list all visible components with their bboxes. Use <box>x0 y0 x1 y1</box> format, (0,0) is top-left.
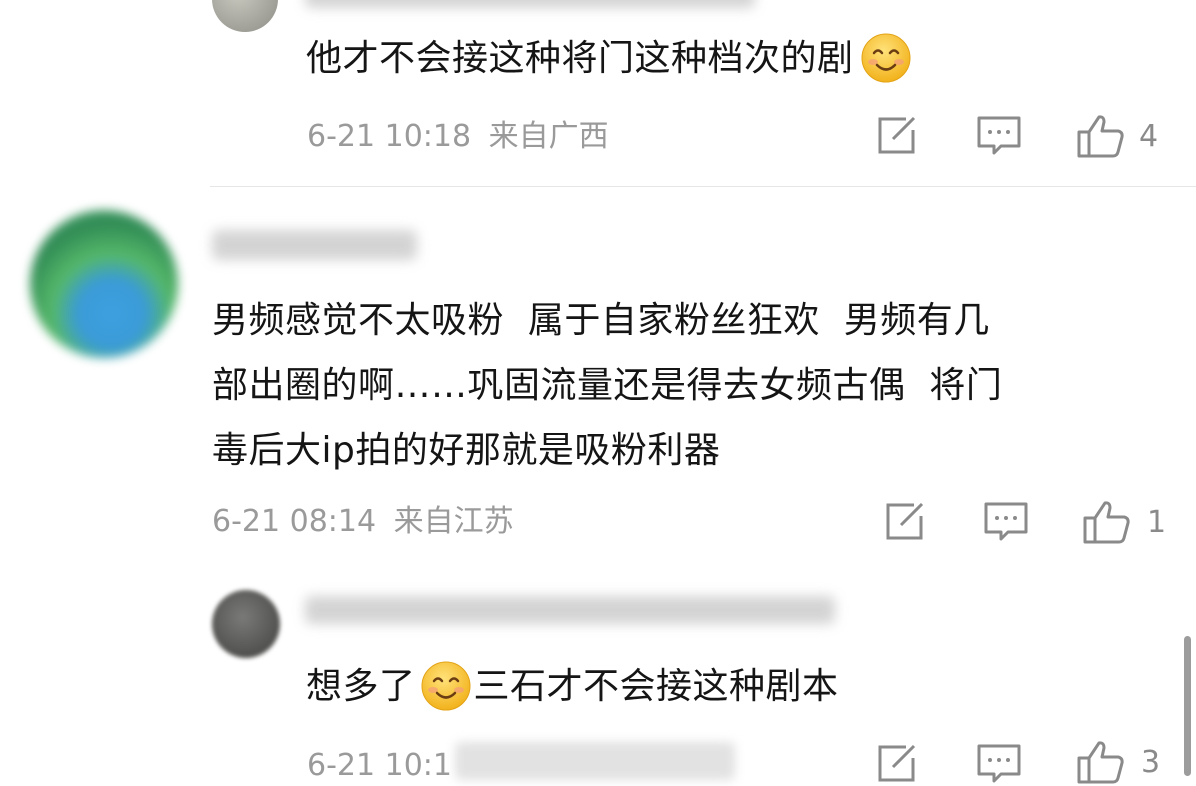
location: 来自广西 <box>488 119 609 154</box>
like-button[interactable]: 3 <box>1077 740 1160 784</box>
comment-text-content: 三石才不会接这种剧本 <box>473 666 839 707</box>
comment-meta: 6-21 08:14 来自江苏 <box>212 502 514 542</box>
comment-icon[interactable] <box>977 744 1021 784</box>
like-count: 3 <box>1141 744 1161 780</box>
thumbs-up-icon <box>1077 740 1125 784</box>
username-blurred[interactable] <box>212 230 417 260</box>
smiling-face-emoji <box>860 32 911 83</box>
like-count: 4 <box>1139 118 1159 154</box>
timestamp: 6-21 08:14 <box>212 504 377 539</box>
comment-text: 男频感觉不太吸粉 属于自家粉丝狂欢 男频有几 部出圈的啊……巩固流量还是得去女频… <box>212 288 1172 483</box>
username-blurred[interactable] <box>305 596 835 624</box>
comment-line: 毒后大ip拍的好那就是吸粉利器 <box>212 430 721 471</box>
comment-icon[interactable] <box>977 116 1021 156</box>
comment-text: 想多了 三石才不会接这种剧本 <box>306 654 839 719</box>
like-button[interactable]: 1 <box>1083 500 1166 544</box>
timestamp: 6-21 10:18 <box>307 119 472 154</box>
divider <box>210 186 1196 187</box>
thumbs-up-icon <box>1077 114 1125 158</box>
avatar[interactable] <box>212 590 280 658</box>
comment-line: 部出圈的啊……巩固流量还是得去女频古偶 将门 <box>212 365 1003 406</box>
location: 来自江苏 <box>393 504 514 539</box>
username-blurred[interactable] <box>305 0 755 8</box>
avatar[interactable] <box>212 0 278 32</box>
comment-text: 他才不会接这种将门这种档次的剧 <box>306 26 1066 91</box>
edit-icon[interactable] <box>876 116 918 156</box>
smiling-face-emoji <box>420 660 471 711</box>
edit-icon[interactable] <box>876 744 918 784</box>
like-count: 1 <box>1147 504 1167 540</box>
comment-text-content: 他才不会接这种将门这种档次的剧 <box>306 38 854 79</box>
comment-meta: 6-21 10:18 来自广西 <box>307 117 609 157</box>
edit-icon[interactable] <box>884 502 926 542</box>
watermark-blurred <box>455 742 735 780</box>
avatar[interactable] <box>30 210 178 358</box>
timestamp: 6-21 10:1 <box>307 748 452 783</box>
comment-text-content: 想多了 <box>306 666 416 707</box>
thumbs-up-icon <box>1083 500 1131 544</box>
comment-icon[interactable] <box>984 502 1028 542</box>
comment-meta: 6-21 10:1 <box>307 746 452 786</box>
comment-line: 男频感觉不太吸粉 属于自家粉丝狂欢 男频有几 <box>212 300 990 341</box>
scrollbar[interactable] <box>1184 636 1191 776</box>
like-button[interactable]: 4 <box>1077 114 1158 158</box>
